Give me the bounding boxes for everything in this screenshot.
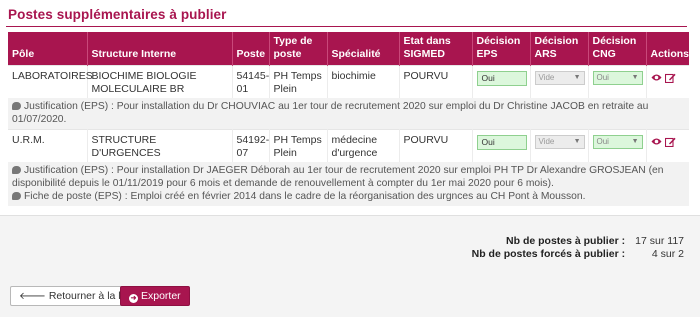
justification-text: Justification (EPS) : Pour installation … bbox=[12, 165, 664, 189]
col-header-structure[interactable]: Structure Interne bbox=[87, 32, 233, 66]
cell-actions bbox=[646, 65, 689, 98]
section-title: Postes supplémentaires à publier bbox=[8, 7, 227, 22]
eye-icon[interactable] bbox=[651, 73, 662, 82]
col-header-pole[interactable]: Pôle bbox=[8, 32, 88, 66]
justification-line: Fiche de poste (EPS) : Emploi créé en fé… bbox=[12, 190, 685, 203]
decision-ars-value: Vide bbox=[538, 137, 555, 146]
chevron-down-icon: ▼ bbox=[573, 74, 581, 81]
total-publier-label: Nb de postes à publier : bbox=[506, 235, 626, 247]
edit-icon[interactable] bbox=[665, 73, 677, 83]
cell-poste: 54145-01 bbox=[232, 65, 270, 98]
col-header-decision-cng[interactable]: Décision CNG bbox=[588, 32, 647, 66]
footer-panel: Nb de postes à publier : 17 sur 117 Nb d… bbox=[0, 216, 700, 317]
cell-decision-eps: Oui bbox=[472, 65, 531, 98]
total-publier: Nb de postes à publier : 17 sur 117 bbox=[506, 235, 684, 247]
chevron-down-icon: ▼ bbox=[631, 74, 639, 81]
table-row: LABORATOIRES BIOCHIME BIOLOGIE MOLECULAI… bbox=[8, 65, 689, 98]
comment-icon bbox=[12, 102, 21, 110]
col-header-specialite[interactable]: Spécialité bbox=[327, 32, 400, 66]
decision-eps-field[interactable]: Oui bbox=[476, 135, 527, 150]
cell-decision-cng: Oui ▼ bbox=[588, 65, 647, 98]
cell-pole: U.R.M. bbox=[8, 129, 88, 162]
col-header-type[interactable]: Type de poste bbox=[269, 32, 328, 66]
cell-structure: BIOCHIME BIOLOGIE MOLECULAIRE BR bbox=[87, 65, 233, 98]
cell-poste: 54192-07 bbox=[232, 129, 270, 162]
justification-text: Justification (EPS) : Pour installation … bbox=[12, 101, 649, 125]
table-header-row: Pôle Structure Interne Poste Type de pos… bbox=[8, 32, 689, 66]
export-button[interactable]: ➜ Exporter bbox=[120, 286, 190, 306]
justification-text: Fiche de poste (EPS) : Emploi créé en fé… bbox=[24, 191, 586, 202]
chevron-down-icon: ▼ bbox=[573, 138, 581, 145]
table-row: U.R.M. STRUCTURE D'URGENCES 54192-07 PH … bbox=[8, 129, 689, 162]
total-forces-label: Nb de postes forcés à publier : bbox=[471, 248, 626, 260]
decision-cng-value: Oui bbox=[596, 73, 609, 82]
justification-line: Justification (EPS) : Pour installation … bbox=[12, 164, 685, 190]
cell-actions bbox=[646, 129, 689, 162]
arrow-left-icon: 🡐 bbox=[19, 291, 46, 302]
cell-decision-eps: Oui bbox=[472, 129, 531, 162]
comment-icon bbox=[12, 192, 21, 200]
total-forces: Nb de postes forcés à publier : 4 sur 2 bbox=[472, 248, 684, 260]
cell-pole: LABORATOIRES bbox=[8, 65, 93, 98]
justification-cell: Justification (EPS) : Pour installation … bbox=[8, 98, 689, 130]
col-header-poste[interactable]: Poste bbox=[232, 32, 270, 66]
decision-cng-select[interactable]: Oui ▼ bbox=[592, 71, 643, 85]
cell-etat: POURVU bbox=[399, 129, 473, 162]
col-header-decision-eps[interactable]: Décision EPS bbox=[472, 32, 531, 66]
col-header-etat[interactable]: Etat dans SIGMED bbox=[399, 32, 473, 66]
justification-row: Justification (EPS) : Pour installation … bbox=[8, 162, 689, 206]
cell-specialite: médecine d'urgence bbox=[327, 129, 400, 162]
postes-table: Pôle Structure Interne Poste Type de pos… bbox=[8, 32, 689, 206]
circle-arrow-icon: ➜ bbox=[129, 294, 138, 303]
comment-icon bbox=[12, 166, 21, 174]
cell-specialite: biochimie bbox=[327, 65, 400, 98]
title-divider bbox=[6, 26, 687, 27]
chevron-down-icon: ▼ bbox=[631, 138, 639, 145]
cell-etat: POURVU bbox=[399, 65, 473, 98]
cell-decision-cng: Oui ▼ bbox=[588, 129, 647, 162]
justification-line: Justification (EPS) : Pour installation … bbox=[12, 100, 685, 126]
decision-ars-select[interactable]: Vide ▼ bbox=[534, 71, 585, 85]
justification-cell: Justification (EPS) : Pour installation … bbox=[8, 162, 689, 206]
eye-icon[interactable] bbox=[651, 137, 662, 146]
col-header-decision-ars[interactable]: Décision ARS bbox=[530, 32, 589, 66]
export-button-label: Exporter bbox=[141, 290, 181, 302]
total-forces-value: 4 sur 2 bbox=[651, 248, 684, 260]
decision-eps-field[interactable]: Oui bbox=[476, 71, 527, 86]
cell-decision-ars: Vide ▼ bbox=[530, 65, 589, 98]
decision-cng-select[interactable]: Oui ▼ bbox=[592, 135, 643, 149]
postes-panel: Postes supplémentaires à publier Pôle St… bbox=[6, 4, 694, 210]
cell-decision-ars: Vide ▼ bbox=[530, 129, 589, 162]
edit-icon[interactable] bbox=[665, 137, 677, 147]
col-header-actions: Actions bbox=[646, 32, 689, 66]
cell-type: PH Temps Plein bbox=[269, 65, 328, 98]
decision-ars-value: Vide bbox=[538, 73, 555, 82]
decision-ars-select[interactable]: Vide ▼ bbox=[534, 135, 585, 149]
decision-cng-value: Oui bbox=[596, 137, 609, 146]
cell-type: PH Temps Plein bbox=[269, 129, 328, 162]
cell-structure: STRUCTURE D'URGENCES bbox=[87, 129, 233, 162]
justification-row: Justification (EPS) : Pour installation … bbox=[8, 98, 689, 130]
total-publier-value: 17 sur 117 bbox=[635, 235, 684, 247]
